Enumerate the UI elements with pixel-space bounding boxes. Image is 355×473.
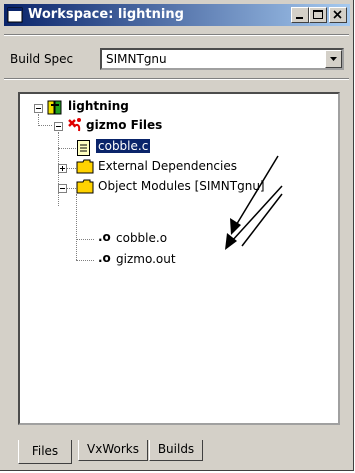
tab-vxworks[interactable]: VxWorks (78, 440, 148, 461)
workspace-window: Workspace: lightning Build Spec SIMNTgnu (0, 0, 354, 471)
mid-divider (4, 78, 349, 80)
build-spec-value: SIMNTgnu (106, 52, 167, 66)
build-spec-label: Build Spec (10, 52, 74, 66)
minimize-button[interactable] (291, 7, 309, 23)
file-tree-panel[interactable]: lightning gizmo Files cobble.c External … (18, 92, 340, 425)
annotation-arrows (225, 155, 283, 250)
close-icon (333, 10, 342, 19)
maximize-icon (313, 10, 323, 19)
tab-builds[interactable]: Builds (149, 440, 203, 461)
tab-files[interactable]: Files (18, 440, 72, 464)
window-title: Workspace: lightning (28, 7, 184, 22)
top-divider (4, 34, 349, 36)
workspace-icon (7, 7, 23, 23)
close-button[interactable] (329, 7, 347, 23)
build-spec-dropdown-button[interactable] (325, 50, 342, 68)
maximize-button[interactable] (309, 7, 327, 23)
chevron-down-icon (330, 57, 337, 61)
minimize-icon (296, 17, 303, 19)
build-spec-select[interactable]: SIMNTgnu (100, 48, 344, 70)
title-bar[interactable]: Workspace: lightning (4, 4, 350, 26)
